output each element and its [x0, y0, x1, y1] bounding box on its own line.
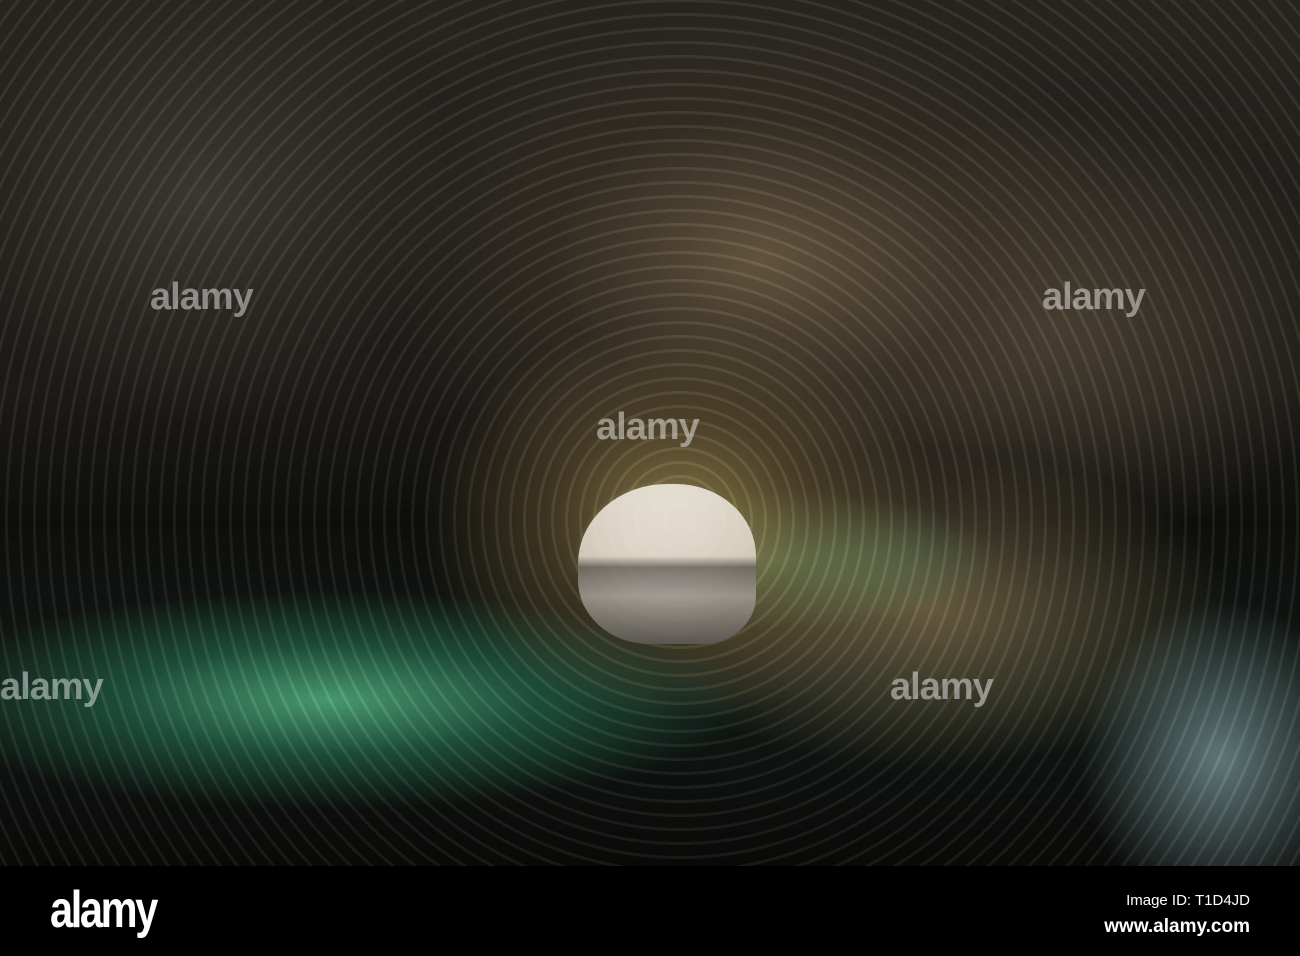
image-id: Image ID: T1D4JD: [1126, 892, 1250, 909]
cave-opening: [578, 484, 756, 644]
footer-bar: alamy Image ID: T1D4JD www.alamy.com: [0, 866, 1300, 956]
watermark: alamy: [596, 406, 700, 448]
alamy-logo: alamy: [50, 881, 158, 939]
watermark: alamy: [1042, 276, 1146, 318]
ice-cave-photo: alamy alamy alamy alamy alamy: [0, 0, 1300, 866]
watermark: alamy: [150, 276, 254, 318]
watermark: alamy: [0, 666, 104, 708]
watermark: alamy: [890, 666, 994, 708]
site-url: www.alamy.com: [1104, 916, 1250, 937]
